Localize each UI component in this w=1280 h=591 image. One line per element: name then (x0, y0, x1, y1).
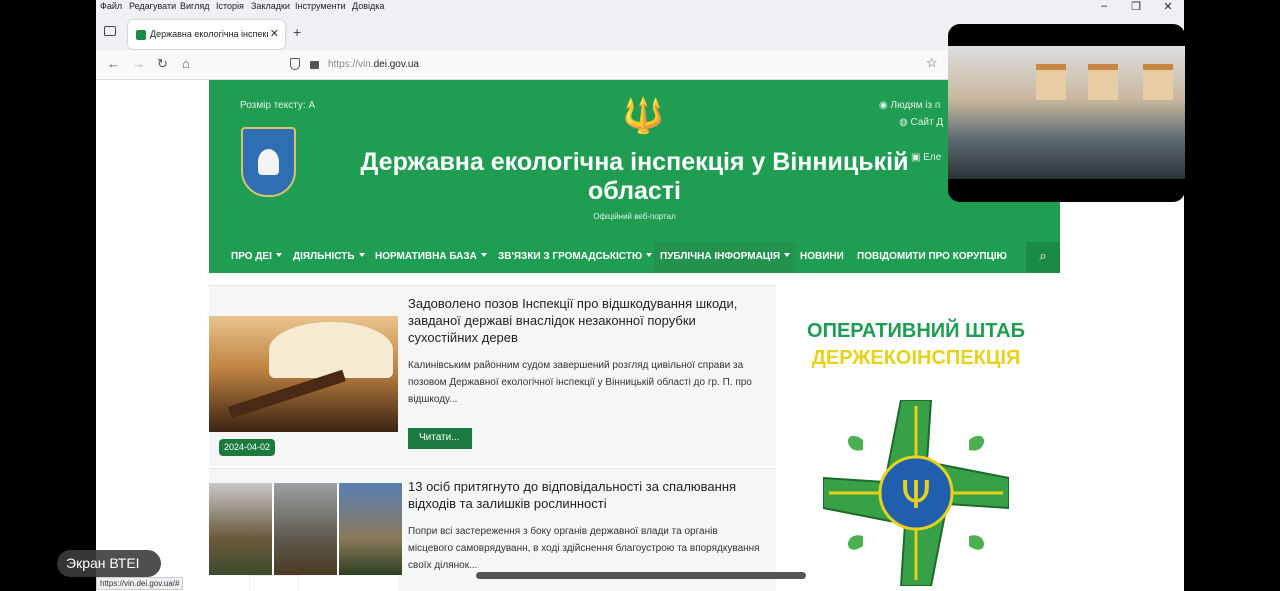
address-bar[interactable]: https://vin.dei.gov.ua (286, 53, 948, 77)
text-size-control[interactable]: Розмір тексту: A (240, 100, 315, 111)
menu-edit[interactable]: Редагувати (129, 1, 176, 11)
screen-share-label: Экран ВТЕІ (57, 550, 161, 577)
close-window-icon[interactable]: ✕ (1158, 0, 1178, 13)
news-title[interactable]: 13 осіб притягнуто до відповідальності з… (408, 478, 758, 512)
horizontal-scrollbar[interactable] (476, 572, 806, 579)
news-title[interactable]: Задоволено позов Інспекції про відшкодув… (408, 295, 758, 346)
tab-active[interactable]: Державна екологічна інспекц ✕ (128, 20, 285, 49)
green-cross-emblem-icon: Ψ (823, 400, 1009, 586)
forward-icon[interactable]: → (132, 56, 145, 71)
lock-icon[interactable] (310, 61, 319, 69)
news-date: 2024-04-02 (219, 439, 276, 456)
reload-icon[interactable]: ↻ (157, 56, 168, 72)
close-tab-icon[interactable]: ✕ (270, 27, 279, 40)
menu-view[interactable]: Вигляд (180, 1, 210, 11)
site-subtitle: Офіційний веб-портал (593, 212, 676, 221)
site-header: Розмір тексту: A 🔱 Державна екологічна і… (209, 80, 1060, 273)
url-text: https://vin.dei.gov.ua (328, 59, 419, 70)
tab-list-icon[interactable] (104, 26, 116, 36)
restore-icon[interactable]: ❐ (1126, 0, 1146, 13)
menu-bookmarks[interactable]: Закладки (251, 1, 290, 11)
status-url: https://vin.dei.gov.ua/# (96, 577, 184, 590)
news-image[interactable] (209, 316, 398, 432)
accessibility-link[interactable]: ◉ Людям із п (879, 100, 940, 111)
menu-tools[interactable]: Інструменти (295, 1, 346, 11)
nav-report-corruption[interactable]: ПОВІДОМИТИ ПРО КОРУПЦІЮ (857, 251, 1007, 262)
trident-icon: 🔱 (622, 97, 665, 135)
nav-public-info[interactable]: ПУБЛІЧНА ІНФОРМАЦІЯ (654, 242, 797, 273)
news-image[interactable] (209, 483, 402, 591)
tab-title: Державна екологічна інспекц (150, 29, 268, 39)
banner-line-1: ОПЕРАТИВНИЙ ШТАБ (807, 320, 1025, 342)
screen: Файл Редагувати Вигляд Історія Закладки … (0, 0, 1280, 591)
operational-hq-banner[interactable]: ОПЕРАТИВНИЙ ШТАБ ДЕРЖЕКОІНСПЕКЦІЯ Ψ (796, 320, 1036, 591)
nav-news[interactable]: НОВИНИ (800, 251, 844, 262)
menu-help[interactable]: Довідка (352, 1, 384, 11)
main-navigation: ПРО ДЕІ ДІЯЛЬНІСТЬ НОРМАТИВНА БАЗА ЗВ'ЯЗ… (209, 242, 1060, 273)
news-item: 2024-04-02 Задоволено позов Інспекції пр… (209, 285, 776, 466)
nav-activity[interactable]: ДІЯЛЬНІСТЬ (293, 251, 365, 262)
nav-regulatory[interactable]: НОРМАТИВНА БАЗА (375, 251, 487, 262)
menu-file[interactable]: Файл (100, 1, 122, 11)
news-excerpt: Калинівським районним судом завершений р… (408, 360, 752, 405)
read-more-button[interactable]: Читати... (408, 428, 472, 449)
site-link[interactable]: ◍ Сайт Д (899, 117, 943, 128)
video-frame (948, 46, 1185, 179)
home-icon[interactable]: ⌂ (182, 56, 190, 71)
e-services-link[interactable]: ▣ Еле (911, 152, 941, 163)
favicon-icon (136, 30, 146, 40)
search-icon[interactable]: ⌕ (1026, 242, 1060, 273)
nav-about[interactable]: ПРО ДЕІ (231, 251, 282, 262)
news-excerpt: Попри всі застереження з боку органів де… (408, 526, 760, 571)
site-title: Державна екологічна інспекція у Вінницьк… (360, 148, 909, 205)
bookmark-star-icon[interactable]: ☆ (926, 55, 938, 71)
svg-text:Ψ: Ψ (901, 473, 931, 517)
region-emblem-icon (241, 127, 296, 197)
back-icon[interactable]: ← (107, 56, 120, 71)
nav-public-relations[interactable]: ЗВ'ЯЗКИ З ГРОМАДСЬКІСТЮ (498, 251, 653, 262)
new-tab-icon[interactable]: + (293, 24, 301, 40)
menu-history[interactable]: Історія (216, 1, 244, 11)
menu-bar: Файл Редагувати Вигляд Історія Закладки … (96, 0, 1184, 14)
shield-icon[interactable] (290, 58, 300, 70)
banner-line-2: ДЕРЖЕКОІНСПЕКЦІЯ (811, 347, 1021, 369)
picture-in-picture-video[interactable] (948, 24, 1185, 202)
minimize-icon[interactable]: – (1094, 0, 1114, 12)
